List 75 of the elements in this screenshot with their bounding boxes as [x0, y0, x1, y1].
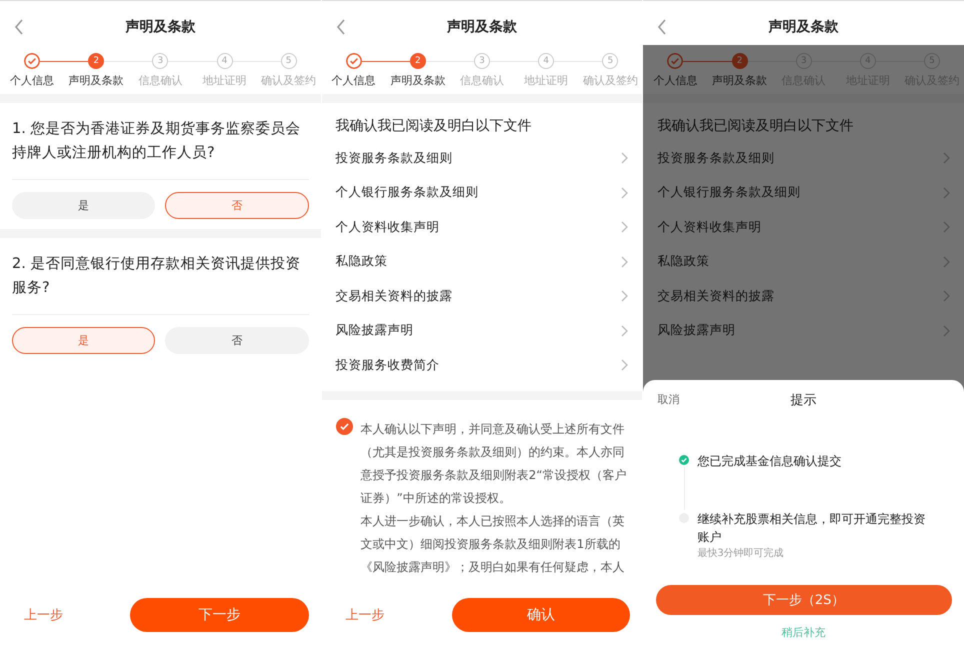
chevron-right-icon[interactable] — [943, 152, 950, 164]
page-title: 声明及条款 — [125, 18, 196, 36]
document-link[interactable]: 个人银行服务条款及细则 — [336, 184, 479, 202]
question-text: 2. 是否同意银行使用存款相关资讯提供投资服务? — [12, 252, 309, 315]
document-link[interactable]: 私隐政策 — [336, 253, 388, 270]
chevron-right-icon[interactable] — [621, 221, 628, 234]
chevron-right-icon[interactable] — [943, 221, 950, 234]
option-button[interactable]: 是 — [12, 192, 156, 219]
step-label: 信息确认 — [138, 73, 182, 88]
chevron-right-icon[interactable] — [621, 256, 628, 268]
step-label: 声明及条款 — [68, 73, 124, 88]
step-label: 个人信息 — [332, 73, 376, 88]
document-link[interactable]: 风险披露声明 — [336, 322, 414, 340]
checkbox[interactable] — [336, 418, 353, 434]
step-number: 5 — [602, 53, 618, 69]
document-link[interactable]: 投资服务条款及细则 — [336, 150, 453, 167]
back-icon[interactable] — [14, 19, 24, 35]
chevron-right-icon[interactable] — [943, 324, 950, 337]
document-link[interactable]: 交易相关资料的披露 — [657, 288, 774, 305]
document-link[interactable]: 个人银行服务条款及细则 — [657, 184, 800, 202]
dialog-title: 提示 — [790, 392, 817, 409]
document-link[interactable]: 投资服务收费简介 — [336, 356, 440, 374]
step-number: 2 — [732, 53, 748, 69]
chevron-right-icon[interactable] — [621, 359, 628, 372]
chevron-right-icon[interactable] — [943, 256, 950, 268]
step-label: 声明及条款 — [712, 73, 768, 88]
option-button[interactable]: 否 — [165, 327, 309, 354]
chevron-right-icon[interactable] — [943, 290, 950, 302]
chevron-right-icon[interactable] — [621, 152, 628, 164]
step-label: 地址证明 — [202, 73, 246, 88]
step-label: 个人信息 — [653, 73, 698, 88]
chevron-right-icon[interactable] — [943, 186, 950, 199]
document-link[interactable]: 私隐政策 — [657, 253, 710, 270]
chevron-right-icon[interactable] — [621, 290, 628, 302]
document-link[interactable]: 交易相关资料的披露 — [336, 288, 453, 305]
step-label: 确认及签约 — [582, 73, 638, 88]
step-label: 地址证明 — [524, 73, 568, 88]
cancel-link[interactable]: 取消 — [657, 392, 680, 407]
back-link[interactable]: 上一步 — [346, 598, 436, 624]
step-label: 声明及条款 — [390, 73, 446, 88]
step-number: 5 — [280, 53, 297, 69]
page-title: 声明及条款 — [447, 18, 517, 36]
later-link[interactable]: 稍后补充 — [782, 625, 826, 640]
back-link[interactable]: 上一步 — [24, 598, 114, 624]
document-link[interactable]: 投资服务条款及细则 — [657, 150, 774, 167]
consent-text: 本人确认以下声明，并同意及确认受上述所有文件（尤其是投资服务条款及细则）的约束。本人亦同意授予投资服务条款及细则附表2“常设授权（客户证券）”中所述的常设授权。 — [360, 420, 628, 506]
consent-text: 本人进一步确认，本人已按照本人选择的语言（英文或中文）细阅投资服务条款及细则附表1所载的《风险披露声明》；及明白如果有任何疑虑，本人 — [360, 512, 626, 576]
next-button[interactable]: 下一步 — [130, 598, 309, 632]
section-heading: 我确认我已阅读及明白以下文件 — [334, 117, 533, 136]
document-link[interactable]: 风险披露声明 — [657, 322, 736, 340]
chevron-right-icon[interactable] — [621, 186, 628, 199]
progress-note: 最快3分钟即可完成 — [697, 546, 785, 560]
option-button[interactable]: 是 — [12, 327, 156, 354]
section-heading: 我确认我已阅读及明白以下文件 — [656, 117, 854, 136]
progress-text: 继续补充股票相关信息，即可开通完整投资账户 — [697, 511, 926, 546]
step-number: 3 — [474, 53, 490, 69]
step-label: 信息确认 — [460, 73, 504, 88]
question-text: 1. 您是否为香港证券及期货事务监察委员会持牌人或注册机构的工作人员? — [12, 117, 309, 180]
progress-text: 您已完成基金信息确认提交 — [697, 453, 842, 470]
next-button[interactable]: 确认 — [452, 598, 630, 632]
step-label: 确认及签约 — [261, 73, 316, 88]
page-title: 声明及条款 — [768, 18, 839, 36]
step-number: 2 — [88, 53, 104, 69]
option-button[interactable]: 否 — [165, 192, 309, 219]
step-number: 3 — [152, 53, 168, 69]
chevron-right-icon[interactable] — [621, 324, 628, 337]
step-number: 4 — [538, 53, 554, 69]
document-link[interactable]: 个人资料收集声明 — [657, 218, 762, 236]
step-number: 2 — [410, 53, 426, 69]
step-label: 个人信息 — [10, 73, 54, 88]
document-link[interactable]: 个人资料收集声明 — [336, 218, 440, 236]
next-button[interactable]: 下一步（2S） — [656, 585, 952, 615]
back-icon[interactable] — [336, 19, 346, 35]
step-number: 4 — [216, 53, 232, 69]
back-icon[interactable] — [657, 19, 668, 35]
